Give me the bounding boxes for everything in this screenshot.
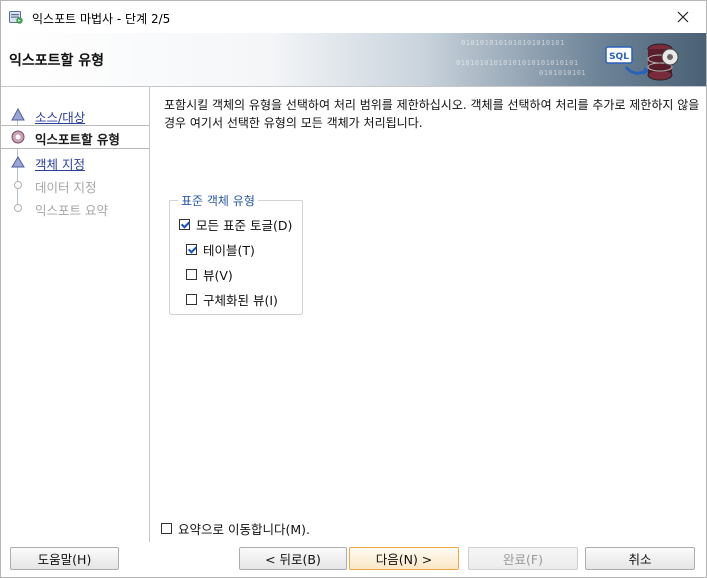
- disabled-step-icon: [14, 181, 22, 189]
- close-button[interactable]: [660, 1, 706, 33]
- completed-step-icon: [11, 108, 25, 121]
- tables-checkbox[interactable]: [186, 243, 197, 255]
- wizard-steps-nav: 소스/대상 익스포트할 유형 객체 지정 데이터 지정 익스포트 요약: [1, 87, 150, 542]
- pending-step-icon: [11, 156, 25, 168]
- close-icon: [677, 11, 689, 23]
- tables-option[interactable]: 테이블(T): [186, 240, 255, 258]
- instructions-text: 포함시킬 객체의 유형을 선택하여 처리 범위를 제한하십시오. 객체를 선택하…: [164, 98, 700, 130]
- page-title: 익스포트할 유형: [9, 53, 105, 69]
- all-standard-toggle-option[interactable]: 모든 표준 토글(D): [179, 215, 292, 233]
- binary-decoration: 0101010101010101010101: [461, 39, 565, 47]
- disabled-step-icon: [14, 204, 22, 212]
- group-title: 표준 객체 유형: [178, 192, 258, 209]
- nav-step-specify-objects[interactable]: 객체 지정: [1, 151, 149, 173]
- back-button[interactable]: < 뒤로(B): [239, 547, 347, 570]
- nav-step-export-types[interactable]: 익스포트할 유형: [1, 125, 149, 149]
- nav-step-label: 데이터 지정: [35, 180, 97, 195]
- nav-step-source-target[interactable]: 소스/대상: [1, 104, 149, 126]
- views-checkbox[interactable]: [186, 268, 197, 280]
- go-to-summary-checkbox[interactable]: [161, 523, 172, 534]
- header-banner: 익스포트할 유형 0101010101010101010101 01010101…: [1, 33, 706, 87]
- export-wizard-window: 익스포트 마법사 - 단계 2/5 익스포트할 유형 0101010101010…: [0, 0, 707, 578]
- go-to-summary-option[interactable]: 요약으로 이동합니다(M).: [161, 519, 310, 538]
- help-button[interactable]: 도움말(H): [10, 547, 119, 570]
- option-label: 구체화된 뷰(I): [203, 292, 278, 308]
- current-step-icon: [11, 130, 25, 144]
- standard-object-types-group: 표준 객체 유형 모든 표준 토글(D) 테이블(T) 뷰(V) 구체화된 뷰(…: [169, 192, 303, 315]
- finish-button: 완료(F): [468, 547, 578, 570]
- window-title: 익스포트 마법사 - 단계 2/5: [32, 12, 171, 26]
- database-export-icon: SQL: [605, 43, 679, 81]
- materialized-views-checkbox[interactable]: [186, 293, 197, 305]
- nav-step-label: 객체 지정: [35, 157, 85, 172]
- option-label: 모든 표준 토글(D): [196, 217, 293, 233]
- materialized-views-option[interactable]: 구체화된 뷰(I): [186, 290, 278, 308]
- title-bar: 익스포트 마법사 - 단계 2/5: [1, 1, 706, 33]
- nav-step-export-summary: 익스포트 요약: [1, 197, 149, 219]
- views-option[interactable]: 뷰(V): [186, 265, 233, 283]
- nav-step-label: 익스포트 요약: [35, 203, 108, 218]
- all-standard-toggle-checkbox[interactable]: [179, 218, 190, 230]
- option-label: 뷰(V): [203, 267, 233, 283]
- cancel-button[interactable]: 취소: [585, 547, 695, 570]
- nav-step-label: 소스/대상: [35, 110, 86, 125]
- app-icon: [9, 11, 23, 24]
- go-to-summary-label: 요약으로 이동합니다(M).: [178, 522, 310, 537]
- nav-step-label: 익스포트할 유형: [35, 132, 120, 147]
- option-label: 테이블(T): [203, 242, 255, 258]
- sql-label: SQL: [609, 52, 629, 62]
- main-panel: 포함시킬 객체의 유형을 선택하여 처리 범위를 제한하십시오. 객체를 선택하…: [150, 87, 706, 542]
- binary-decoration: 01010101010101010101010101: [456, 59, 579, 67]
- binary-decoration: 0101010101: [539, 69, 587, 77]
- nav-step-specify-data: 데이터 지정: [1, 174, 149, 196]
- next-button[interactable]: 다음(N) >: [349, 547, 459, 570]
